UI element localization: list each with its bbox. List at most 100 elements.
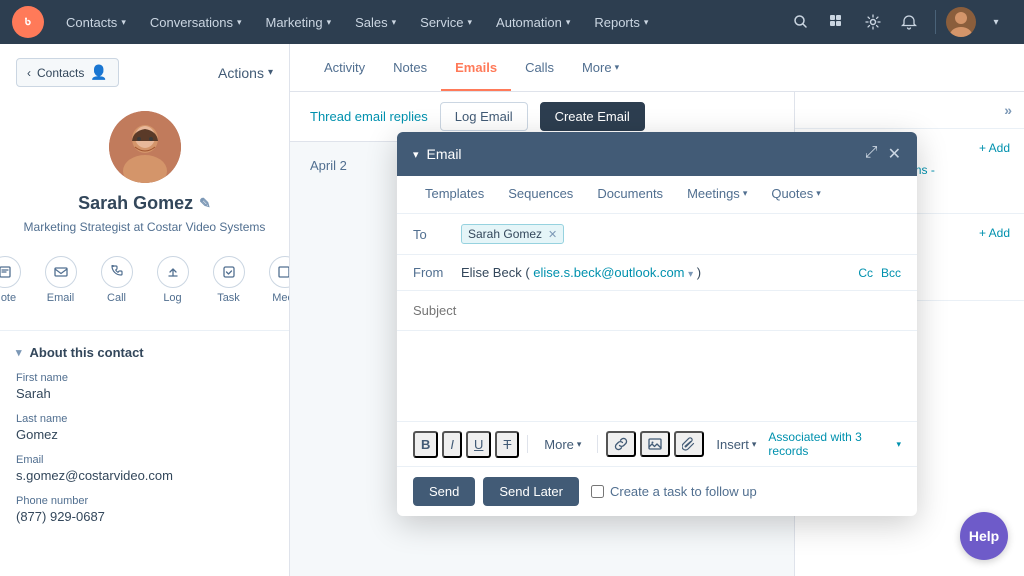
italic-button[interactable]: I [442, 431, 462, 458]
nav-reports[interactable]: Reports▾ [584, 9, 658, 36]
breadcrumb-bar: ‹ Contacts 👤 Actions ▾ [16, 58, 273, 87]
about-section: ▾ About this contact First name Sarah La… [0, 331, 289, 550]
notifications-icon[interactable] [893, 6, 925, 38]
left-panel: ‹ Contacts 👤 Actions ▾ [0, 44, 290, 576]
more-format-caret-icon: ▾ [577, 439, 582, 450]
modal-tab-quotes[interactable]: Quotes ▾ [759, 176, 832, 213]
note-action[interactable]: Note [0, 250, 33, 310]
account-chevron-icon[interactable]: ▾ [980, 6, 1012, 38]
top-navigation: Contacts▾ Conversations▾ Marketing▾ Sale… [0, 0, 1024, 44]
edit-name-icon[interactable]: ✎ [199, 195, 211, 212]
task-action[interactable]: Task [201, 250, 257, 310]
meet-icon [269, 256, 291, 288]
from-caret-icon[interactable]: ▾ [688, 269, 693, 280]
subject-field [397, 291, 917, 331]
attach-button[interactable] [674, 431, 704, 457]
nav-service[interactable]: Service▾ [410, 9, 482, 36]
modal-title-chevron-icon: ▾ [413, 148, 419, 161]
main-layout: ‹ Contacts 👤 Actions ▾ [0, 44, 1024, 576]
apps-icon[interactable] [821, 6, 853, 38]
more-caret-icon: ▾ [615, 62, 620, 73]
contact-header: ‹ Contacts 👤 Actions ▾ [0, 44, 289, 331]
from-label: From [413, 265, 453, 280]
follow-up-label[interactable]: Create a task to follow up [591, 484, 757, 499]
contact-actions: Note Email Call [0, 250, 290, 310]
tab-calls[interactable]: Calls [511, 46, 568, 91]
back-arrow-icon: ‹ [27, 66, 31, 80]
search-icon[interactable] [785, 6, 817, 38]
link-button[interactable] [606, 431, 636, 457]
nav-divider [935, 10, 936, 34]
remove-recipient-icon[interactable]: ✕ [548, 228, 557, 241]
tab-activity[interactable]: Activity [310, 46, 379, 91]
modal-tab-documents[interactable]: Documents [585, 176, 675, 213]
phone-field: Phone number (877) 929-0687 [16, 495, 273, 524]
last-name-field: Last name Gomez [16, 413, 273, 442]
underline-button[interactable]: U [466, 431, 491, 458]
tab-emails[interactable]: Emails [441, 46, 511, 91]
assoc-caret-icon: ▾ [896, 439, 901, 450]
meetings-caret-icon: ▾ [743, 188, 748, 199]
modal-title: ▾ Email [413, 146, 462, 162]
email-body[interactable] [397, 331, 917, 421]
call-icon [101, 256, 133, 288]
to-field: To Sarah Gomez ✕ [397, 214, 917, 255]
nav-contacts[interactable]: Contacts▾ [56, 9, 136, 36]
settings-icon[interactable] [857, 6, 889, 38]
insert-caret-icon: ▾ [752, 439, 757, 450]
from-field: From Elise Beck ( elise.s.beck@outlook.c… [397, 255, 917, 291]
tab-notes[interactable]: Notes [379, 46, 441, 91]
nav-marketing[interactable]: Marketing▾ [255, 9, 341, 36]
modal-close-icon[interactable]: ✕ [888, 144, 901, 164]
toolbar-separator-1 [527, 435, 528, 453]
log-action[interactable]: Log [145, 250, 201, 310]
from-email-link[interactable]: elise.s.beck@outlook.com [533, 265, 684, 280]
modal-expand-icon[interactable]: ⤢ [865, 144, 878, 164]
sidebar-expand-button[interactable]: » [795, 92, 1024, 129]
send-later-button[interactable]: Send Later [483, 477, 579, 506]
insert-button[interactable]: Insert ▾ [708, 433, 764, 456]
log-email-button[interactable]: Log Email [440, 102, 528, 131]
person-icon: 👤 [90, 64, 107, 81]
bcc-button[interactable]: Bcc [881, 266, 901, 280]
contact-avatar-area: Sarah Gomez ✎ Marketing Strategist at Co… [16, 101, 273, 320]
hubspot-logo[interactable] [12, 6, 44, 38]
create-email-button[interactable]: Create Email [540, 102, 645, 131]
follow-up-checkbox[interactable] [591, 485, 604, 498]
modal-footer: Send Send Later Create a task to follow … [397, 466, 917, 516]
nav-automation[interactable]: Automation▾ [486, 9, 580, 36]
quotes-caret-icon: ▾ [816, 188, 821, 199]
meet-action[interactable]: Meet [257, 250, 291, 310]
email-action[interactable]: Email [33, 250, 89, 310]
actions-caret-icon: ▾ [268, 67, 273, 78]
modal-header-actions: ⤢ ✕ [865, 144, 901, 164]
modal-tab-meetings[interactable]: Meetings ▾ [675, 176, 759, 213]
nav-conversations[interactable]: Conversations▾ [140, 9, 252, 36]
image-button[interactable] [640, 431, 670, 457]
about-chevron-icon: ▾ [16, 346, 22, 359]
nav-sales[interactable]: Sales▾ [345, 9, 406, 36]
user-avatar[interactable] [946, 7, 976, 37]
cc-button[interactable]: Cc [858, 266, 873, 280]
call-action[interactable]: Call [89, 250, 145, 310]
contacts-breadcrumb[interactable]: ‹ Contacts 👤 [16, 58, 119, 87]
more-format-button[interactable]: More ▾ [536, 433, 589, 456]
actions-button[interactable]: Actions ▾ [218, 65, 273, 81]
to-recipient-chip: Sarah Gomez ✕ [461, 224, 564, 244]
strikethrough-button[interactable]: T [495, 431, 519, 458]
modal-header: ▾ Email ⤢ ✕ [397, 132, 917, 176]
send-button[interactable]: Send [413, 477, 475, 506]
about-header[interactable]: ▾ About this contact [16, 345, 273, 360]
contact-avatar [109, 111, 181, 183]
modal-tab-templates[interactable]: Templates [413, 176, 496, 213]
associated-records-button[interactable]: Associated with 3 records ▾ [768, 430, 901, 458]
modal-overlay: ▾ Email ⤢ ✕ Templates [290, 132, 1024, 576]
bold-button[interactable]: B [413, 431, 438, 458]
thread-email-replies-link[interactable]: Thread email replies [310, 109, 428, 124]
modal-tab-sequences[interactable]: Sequences [496, 176, 585, 213]
note-icon [0, 256, 21, 288]
email-toolbar: B I U T More ▾ [397, 421, 917, 466]
tab-more[interactable]: More ▾ [568, 46, 633, 91]
to-label: To [413, 227, 453, 242]
subject-input[interactable] [413, 301, 901, 320]
